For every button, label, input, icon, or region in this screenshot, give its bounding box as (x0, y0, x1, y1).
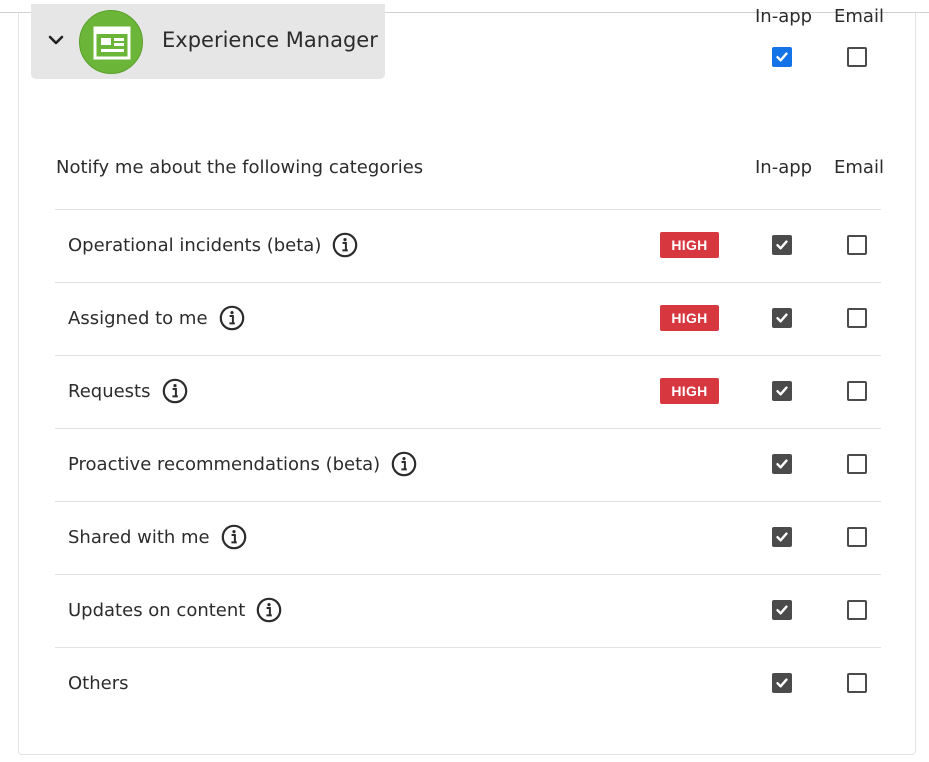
row-divider (55, 501, 881, 502)
checkmark-icon (776, 605, 788, 615)
category-row-label: Requests (68, 377, 188, 405)
inapp-checkbox[interactable] (772, 600, 792, 620)
category-row-label: Proactive recommendations (beta) (68, 450, 417, 478)
category-row-label: Assigned to me (68, 304, 245, 332)
category-label-text: Assigned to me (68, 307, 208, 329)
categories-inapp-column-header: In-app (755, 157, 813, 178)
info-icon[interactable] (256, 597, 282, 623)
category-row-label: Updates on content (68, 596, 282, 624)
priority-badge: HIGH (660, 378, 719, 404)
inapp-checkbox[interactable] (772, 673, 792, 693)
category-label-text: Shared with me (68, 526, 210, 548)
info-icon[interactable] (219, 305, 245, 331)
inapp-checkbox[interactable] (772, 527, 792, 547)
row-divider (55, 574, 881, 575)
row-divider (55, 428, 881, 429)
inapp-checkbox[interactable] (772, 235, 792, 255)
checkmark-icon (776, 459, 788, 469)
email-checkbox[interactable] (847, 673, 867, 693)
priority-badge: HIGH (660, 305, 719, 331)
email-checkbox[interactable] (847, 600, 867, 620)
priority-badge: HIGH (660, 232, 719, 258)
category-label-text: Operational incidents (beta) (68, 234, 322, 256)
row-divider (55, 282, 881, 283)
info-icon[interactable] (332, 232, 358, 258)
checkmark-icon (776, 240, 788, 250)
chevron-down-icon[interactable] (47, 31, 65, 49)
email-checkbox[interactable] (847, 454, 867, 474)
category-label-text: Others (68, 672, 129, 694)
info-icon[interactable] (391, 451, 417, 477)
checkmark-icon (776, 532, 788, 542)
row-divider (55, 647, 881, 648)
category-row-label: Operational incidents (beta) (68, 231, 358, 259)
checkmark-icon (776, 678, 788, 688)
checkmark-icon (776, 313, 788, 323)
checkmark-icon (776, 52, 788, 62)
email-checkbox[interactable] (847, 235, 867, 255)
app-email-column-header: Email (834, 6, 884, 27)
category-row-label: Shared with me (68, 523, 247, 551)
app-email-checkbox[interactable] (847, 47, 867, 67)
info-icon[interactable] (221, 524, 247, 550)
row-divider (55, 355, 881, 356)
categories-section-title: Notify me about the following categories (56, 157, 424, 178)
notification-settings-page: Experience Manager In-app Email Notify m… (0, 0, 929, 762)
email-checkbox[interactable] (847, 527, 867, 547)
info-icon[interactable] (162, 378, 188, 404)
checkmark-icon (776, 386, 788, 396)
category-label-text: Requests (68, 380, 151, 402)
categories-email-column-header: Email (834, 157, 884, 178)
inapp-checkbox[interactable] (772, 381, 792, 401)
app-inapp-column-header: In-app (755, 6, 813, 27)
inapp-checkbox[interactable] (772, 454, 792, 474)
app-name: Experience Manager (162, 28, 378, 52)
app-inapp-checkbox[interactable] (772, 47, 792, 67)
email-checkbox[interactable] (847, 308, 867, 328)
category-label-text: Updates on content (68, 599, 246, 621)
email-checkbox[interactable] (847, 381, 867, 401)
row-divider (55, 209, 881, 210)
category-row-label: Others (68, 669, 129, 697)
experience-manager-logo-icon (79, 10, 143, 74)
inapp-checkbox[interactable] (772, 308, 792, 328)
category-label-text: Proactive recommendations (beta) (68, 453, 381, 475)
